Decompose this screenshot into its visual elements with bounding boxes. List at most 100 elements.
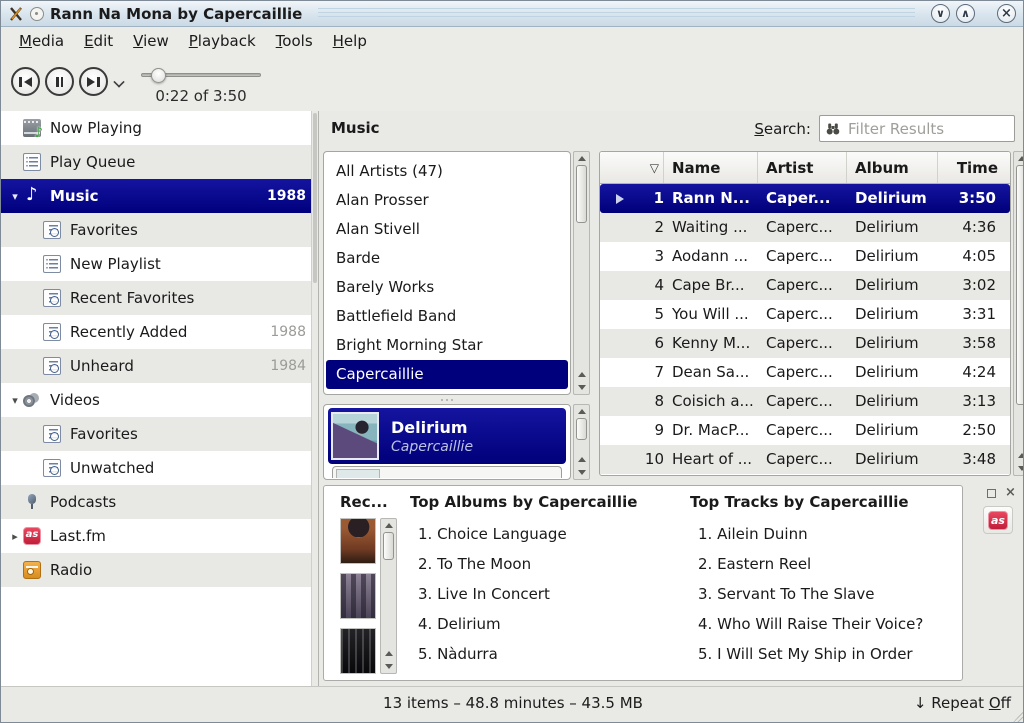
top-album-item[interactable]: 4. Delirium [410,609,680,639]
track-row[interactable]: 4 Cape Br... Caperc... Delirium 3:02 [600,271,1010,300]
scroll-down-icon[interactable] [381,660,396,673]
top-track-item[interactable]: 4. Who Will Raise Their Voice? [690,609,955,639]
close-button[interactable]: × [997,4,1016,23]
track-row[interactable]: 3 Aodann ... Caperc... Delirium 4:05 [600,242,1010,271]
scrollbar-thumb[interactable] [383,532,394,560]
scroll-up-icon[interactable] [1014,152,1024,165]
sidebar-item[interactable]: Radio [1,553,318,587]
resize-grip[interactable] [1013,712,1023,722]
top-album-item[interactable]: 1. Choice Language [410,519,680,549]
float-panel-icon[interactable] [987,489,996,498]
scroll-up-icon[interactable] [574,405,589,418]
top-track-item[interactable]: 1. Ailein Duinn [690,519,955,549]
expander-arrow-icon[interactable] [7,530,23,543]
artist-list-item[interactable]: Battlefield Band [324,302,570,331]
sidebar-item[interactable]: Recent Favorites [1,281,318,315]
next-album-partial[interactable] [332,466,562,478]
expander-arrow-icon[interactable] [7,394,23,407]
next-button[interactable] [79,67,108,96]
sidebar-item[interactable]: Music 1988 [1,179,318,213]
track-table-scrollbar[interactable] [1013,151,1024,476]
column-header-name[interactable]: Name [664,152,758,183]
track-row[interactable]: 7 Dean Sa... Caperc... Delirium 4:24 [600,358,1010,387]
top-track-item[interactable]: 2. Eastern Reel [690,549,955,579]
scroll-up-icon[interactable] [381,519,396,532]
artist-list-item[interactable]: All Artists (47) [324,157,570,186]
album-list-scrollbar[interactable] [573,404,590,480]
menu-item[interactable]: Media [9,29,74,53]
scroll-up-icon[interactable] [1014,449,1024,462]
menu-item[interactable]: Playback [179,29,266,53]
sidebar-item[interactable]: Favorites [1,213,318,247]
seek-slider[interactable] [141,73,261,77]
sidebar-item[interactable]: Unheard 1984 [1,349,318,383]
track-row[interactable]: 5 You Will ... Caperc... Delirium 3:31 [600,300,1010,329]
artist-list-scrollbar[interactable] [573,151,590,395]
top-track-item[interactable]: 3. Servant To The Slave [690,579,955,609]
search-input[interactable] [819,115,1015,142]
track-row[interactable]: 6 Kenny M... Caperc... Delirium 3:58 [600,329,1010,358]
sidebar-item[interactable]: New Playlist [1,247,318,281]
column-header-time[interactable]: Time [938,152,1010,183]
menu-item[interactable]: Help [323,29,377,53]
recommendations-scrollbar[interactable] [380,518,397,674]
previous-button[interactable] [11,67,40,96]
scroll-down-icon[interactable] [574,381,589,394]
artist-photo-thumbnail[interactable] [340,518,376,564]
artist-photo-thumbnail[interactable] [340,628,376,674]
top-album-item[interactable]: 5. Nàdurra [410,639,680,669]
expander-arrow-icon[interactable] [7,190,23,203]
track-row[interactable]: 2 Waiting ... Caperc... Delirium 4:36 [600,213,1010,242]
menu-item[interactable]: Tools [266,29,323,53]
menu-item[interactable]: View [123,29,179,53]
track-row[interactable]: 10 Heart of ... Caperc... Delirium 3:48 [600,445,1010,474]
artist-list-item[interactable]: Alan Stivell [324,215,570,244]
artist-list-item[interactable]: Alan Prosser [324,186,570,215]
track-row[interactable]: 9 Dr. MacP... Caperc... Delirium 2:50 [600,416,1010,445]
top-track-item[interactable]: 5. I Will Set My Ship in Order [690,639,955,669]
scroll-up-icon[interactable] [574,152,589,165]
artist-list-item[interactable]: Barely Works [324,273,570,302]
scroll-down-icon[interactable] [1014,462,1024,475]
minimize-button[interactable]: ∨ [931,4,950,23]
sidebar-item[interactable]: Favorites [1,417,318,451]
scroll-down-icon[interactable] [574,466,589,479]
top-album-item[interactable]: 2. To The Moon [410,549,680,579]
scroll-up-icon[interactable] [574,368,589,381]
splitter-handle[interactable] [323,397,571,403]
track-row[interactable]: 8 Coisich a... Caperc... Delirium 3:13 [600,387,1010,416]
sidebar-item[interactable]: Last.fm [1,519,318,553]
scrollbar-thumb[interactable] [576,418,587,440]
artist-list-item[interactable]: Barde [324,244,570,273]
artist-list-item[interactable]: Capercaillie [326,360,568,389]
scrollbar-thumb[interactable] [1016,165,1024,405]
scrollbar-thumb[interactable] [576,165,587,223]
sidebar-item[interactable]: Now Playing [1,111,318,145]
artist-list-item[interactable]: Bright Morning Star [324,331,570,360]
track-row[interactable]: 1 Rann N... Caper... Delirium 3:50 [600,184,1010,213]
sidebar-item[interactable]: Unwatched [1,451,318,485]
seek-handle[interactable] [151,68,166,83]
sort-indicator-column[interactable]: ▽ [600,152,664,183]
column-header-album[interactable]: Album [847,152,938,183]
pause-button[interactable] [45,67,74,96]
lastfm-button[interactable] [983,506,1013,534]
artist-photo-thumbnail[interactable] [340,573,376,619]
top-album-item[interactable]: 3. Live In Concert [410,579,680,609]
sidebar-item[interactable]: Podcasts [1,485,318,519]
album-list-item-selected[interactable]: Delirium Capercaillie [328,408,566,464]
sidebar-scrollbar[interactable] [311,111,318,686]
column-header-artist[interactable]: Artist [758,152,847,183]
track-number: 4 [638,271,664,300]
close-panel-icon[interactable]: × [1005,488,1016,498]
maximize-button[interactable]: ∧ [956,4,975,23]
repeat-toggle[interactable]: ↓ Repeat Off [914,694,1011,712]
scroll-up-icon[interactable] [574,453,589,466]
sidebar-item[interactable]: Play Queue [1,145,318,179]
menu-item[interactable]: Edit [74,29,123,53]
sidebar-item[interactable]: Recently Added 1988 [1,315,318,349]
chevron-down-icon[interactable] [114,77,123,86]
window-menu-icon[interactable] [30,7,44,21]
scroll-up-icon[interactable] [381,647,396,660]
sidebar-item[interactable]: Videos [1,383,318,417]
